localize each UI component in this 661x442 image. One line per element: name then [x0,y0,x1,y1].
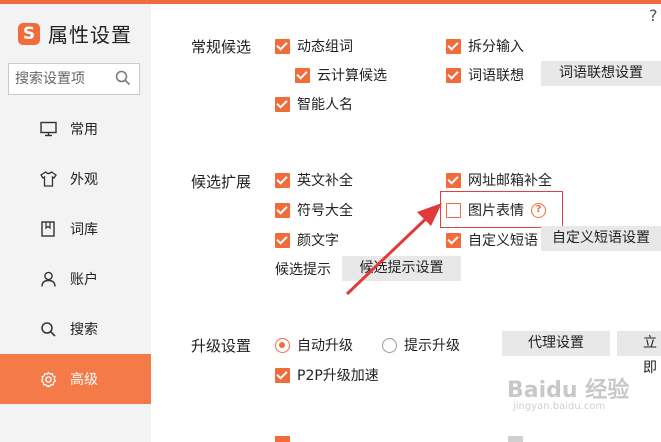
checkbox-checked-icon[interactable] [295,67,310,83]
section-label-extension: 候选扩展 [191,173,252,191]
checkbox-checked-icon[interactable] [446,232,461,248]
checkbox-kaomoji[interactable]: 颜文字 [275,230,339,250]
checkbox-partial[interactable] [508,436,523,442]
checkbox-checked-icon[interactable] [275,96,290,112]
baidu-watermark-url: jingyan.baidu.com [513,401,606,412]
checkbox-custom-phrase[interactable]: 自定义短语 [446,230,538,250]
checkbox-p2p-accelerate[interactable]: P2P升级加速 [275,365,379,385]
settings-panel: ? 常规候选 动态组词 拆分输入 云计算候选 词语联想 词语联想设置 智能人名 … [151,4,661,442]
custom-phrase-settings-button[interactable]: 自定义短语设置 [541,226,661,251]
sidebar-item-label: 搜索 [70,322,98,338]
sidebar-item-label: 词库 [70,222,98,238]
checkbox-partial[interactable] [275,436,290,442]
word-association-settings-button[interactable]: 词语联想设置 [541,61,661,86]
radio-auto-upgrade[interactable]: 自动升级 [275,335,353,355]
checkbox-checked-icon[interactable] [275,38,290,54]
sidebar-item-label: 常用 [70,122,98,138]
search-icon[interactable] [115,70,131,86]
sidebar-item-search[interactable]: 搜索 [0,304,151,354]
book-icon [41,221,55,237]
checkbox-checked-icon[interactable] [446,38,461,54]
sidebar-item-account[interactable]: 账户 [0,254,151,304]
proxy-settings-button[interactable]: 代理设置 [502,331,610,356]
sidebar-item-advanced[interactable]: 高级 [0,354,151,404]
checkbox-smart-names[interactable]: 智能人名 [275,94,353,114]
search-input[interactable] [15,71,111,87]
candidate-hint-label: 候选提示 [275,262,331,278]
sidebar-item-appearance[interactable]: 外观 [0,154,151,204]
checkbox-checked-icon[interactable] [446,172,461,188]
sidebar: S 属性设置 常用 外观 词库 账户 [0,4,151,442]
candidate-hint-settings-button[interactable]: 候选提示设置 [342,256,461,281]
shirt-icon [40,171,57,187]
radio-selected-icon[interactable] [275,337,290,353]
help-button[interactable]: ? [649,6,658,25]
checkbox-url-email-completion[interactable]: 网址邮箱补全 [446,170,552,190]
checkbox-checked-icon[interactable] [275,202,290,218]
gear-icon [40,371,57,387]
section-label-upgrade: 升级设置 [191,337,252,355]
checkbox-english-completion[interactable]: 英文补全 [275,170,353,190]
checkbox-split-input[interactable]: 拆分输入 [446,36,524,56]
brand: S 属性设置 [18,19,132,48]
checkbox-word-association[interactable]: 词语联想 [446,65,524,85]
monitor-icon [40,121,57,137]
section-label-conventional: 常规候选 [191,38,252,56]
checkbox-checked-icon[interactable] [275,232,290,248]
baidu-watermark: Baidu 经验 [507,378,630,403]
annotation-arrow-icon [345,203,442,296]
checkbox-symbols[interactable]: 符号大全 [275,200,353,220]
search-box[interactable] [8,63,140,95]
checkbox-checked-icon[interactable] [275,172,290,188]
sidebar-item-label: 高级 [70,372,98,388]
radio-prompt-upgrade[interactable]: 提示升级 [382,335,460,355]
checkbox-checked-icon[interactable] [446,67,461,83]
radio-unselected-icon[interactable] [382,337,397,353]
highlight-box [440,191,563,228]
sogou-logo-icon: S [18,22,40,45]
search-icon [41,322,56,337]
sidebar-item-label: 外观 [70,172,98,188]
user-icon [41,271,56,287]
checkbox-cloud-candidates[interactable]: 云计算候选 [295,65,387,85]
app-title: 属性设置 [48,23,132,47]
sidebar-item-label: 账户 [70,272,98,288]
sidebar-item-lexicon[interactable]: 词库 [0,204,151,254]
upgrade-now-button[interactable]: 立即 [617,331,661,376]
checkbox-checked-icon[interactable] [275,367,290,383]
sidebar-item-common[interactable]: 常用 [0,104,151,154]
checkbox-dynamic-group[interactable]: 动态组词 [275,36,353,56]
